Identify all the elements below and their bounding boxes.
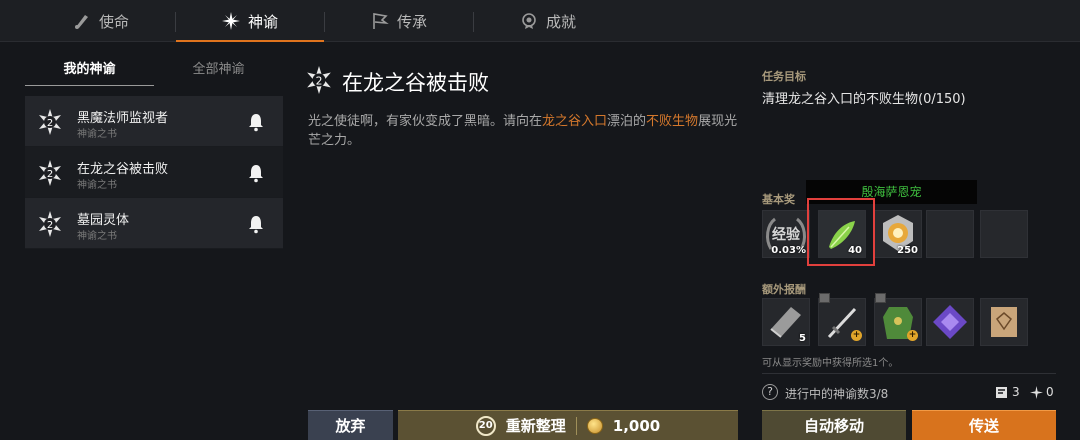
scroll-count: 3 <box>1012 385 1020 399</box>
extra-reward-slot[interactable] <box>926 298 974 346</box>
star-burst-icon <box>1030 386 1043 399</box>
tab-label: 成就 <box>545 12 576 31</box>
extra-reward-slot[interactable] <box>980 298 1028 346</box>
refresh-cycle-icon: 20 <box>475 415 496 436</box>
oracle-list-item[interactable]: 2 墓园灵体 神谕之书 <box>25 198 283 249</box>
reward-slot-gold[interactable]: 250 <box>874 210 922 258</box>
extra-reward-slot[interactable]: + <box>818 293 866 346</box>
oracle-name: 墓园灵体 <box>77 213 130 228</box>
extra-reward-slot[interactable]: 5 <box>762 298 810 346</box>
reward-slot-empty <box>980 210 1028 258</box>
gold-coin-icon <box>586 417 603 434</box>
badge-number: 2 <box>316 74 323 87</box>
upgrade-plus-icon: + <box>907 330 918 341</box>
oracle-progress-text: 进行中的神谕数3/8 <box>785 387 889 401</box>
reward-count: 250 <box>897 245 918 256</box>
quest-badge-icon: 2 <box>307 66 331 94</box>
auto-move-button[interactable]: 自动移动 <box>762 410 906 440</box>
bell-icon[interactable] <box>247 112 265 132</box>
reward-slot-exp[interactable]: 经验 0.03% <box>762 210 810 258</box>
purple-gem-icon <box>933 305 967 339</box>
reset-cost: 1,000 <box>612 416 661 435</box>
extra-reward-slot[interactable]: + <box>874 293 922 346</box>
subtab-my-oracles[interactable]: 我的神谕 <box>25 58 154 86</box>
reward-slot-grace[interactable]: 40 <box>818 210 866 258</box>
reward-count: 5 <box>799 333 806 344</box>
divider <box>575 416 577 435</box>
bell-icon[interactable] <box>247 163 265 183</box>
oracle-name: 黑魔法师监视者 <box>77 111 169 126</box>
tab-legacy[interactable]: 传承 <box>325 0 473 42</box>
oracle-badge-icon: 2 <box>39 109 61 135</box>
quest-title: 在龙之谷被击败 <box>342 71 489 95</box>
oracle-source: 神谕之书 <box>77 129 117 140</box>
oracle-list-item-selected[interactable]: 2 在龙之谷被击败 神谕之书 <box>25 147 283 198</box>
medal-icon <box>522 13 536 29</box>
exp-label: 经验 <box>772 226 801 243</box>
top-tab-bar: 使命 神谕 传承 成就 <box>0 0 1080 42</box>
teleport-button[interactable]: 传送 <box>912 410 1056 440</box>
extra-reward-label: 额外报酬 <box>762 283 806 296</box>
oracle-name: 在龙之谷被击败 <box>77 162 169 177</box>
badge-number: 2 <box>47 220 53 231</box>
tab-label: 神谕 <box>247 12 278 31</box>
oracle-badge-icon: 2 <box>39 211 61 237</box>
reset-label: 重新整理 <box>505 417 566 435</box>
oracle-source: 神谕之书 <box>77 231 117 242</box>
oracle-subtabs: 我的神谕 全部神谕 <box>25 58 283 86</box>
parchment-icon <box>991 307 1017 337</box>
tab-label: 使命 <box>98 12 129 31</box>
divider <box>762 373 1056 374</box>
tab-achievement[interactable]: 成就 <box>474 0 622 42</box>
bell-icon[interactable] <box>247 214 265 234</box>
tab-mission[interactable]: 使命 <box>27 0 175 42</box>
help-icon[interactable]: ? <box>762 384 778 400</box>
reward-count: 40 <box>848 245 862 256</box>
oracle-list: 2 黑魔法师监视者 神谕之书 2 在龙之谷被击败 神谕之书 2 墓园灵体 神谕之… <box>25 96 283 249</box>
lock-tag-icon <box>875 293 886 303</box>
reward-count: 0.03% <box>771 245 806 256</box>
oracle-source: 神谕之书 <box>77 180 117 191</box>
objective-label: 任务目标 <box>762 70 806 83</box>
tab-label: 传承 <box>396 12 427 31</box>
scroll-icon <box>74 15 88 29</box>
subtab-all-oracles[interactable]: 全部神谕 <box>154 58 283 86</box>
abandon-button[interactable]: 放弃 <box>308 410 393 440</box>
star-burst-icon <box>221 12 240 30</box>
flag-icon <box>373 13 389 29</box>
quest-location-link[interactable]: 龙之谷入口 <box>542 114 607 129</box>
oracle-token-count: 0 <box>1046 385 1054 399</box>
badge-number: 2 <box>47 169 53 180</box>
oracle-badge-icon: 2 <box>39 160 61 186</box>
reward-choice-note: 可从显示奖励中获得所选1个。 <box>762 358 899 369</box>
reset-button[interactable]: 20 重新整理 1,000 <box>398 410 738 440</box>
reward-slot-empty <box>926 210 974 258</box>
reward-tooltip: 殷海萨恩宠 <box>806 180 977 204</box>
badge-number: 2 <box>47 118 53 129</box>
quest-desc-text: 漂泊的 <box>607 114 647 129</box>
tab-oracle[interactable]: 神谕 <box>176 0 324 42</box>
basic-reward-label: 基本奖 <box>762 193 795 206</box>
quest-desc-text: 光之使徒啊，有家伙变成了黑暗。请向在 <box>308 114 543 129</box>
upgrade-plus-icon: + <box>851 330 862 341</box>
oracle-list-item[interactable]: 2 黑魔法师监视者 神谕之书 <box>25 96 283 147</box>
lock-tag-icon <box>819 293 830 303</box>
quest-target-link[interactable]: 不败生物 <box>646 114 698 129</box>
map-scroll-icon <box>996 387 1007 398</box>
quest-description: 光之使徒啊，有家伙变成了黑暗。请向在龙之谷入口漂泊的不败生物展现光芒之力。 <box>308 112 738 150</box>
objective-text: 清理龙之谷入口的不败生物(0/150) <box>762 92 966 107</box>
